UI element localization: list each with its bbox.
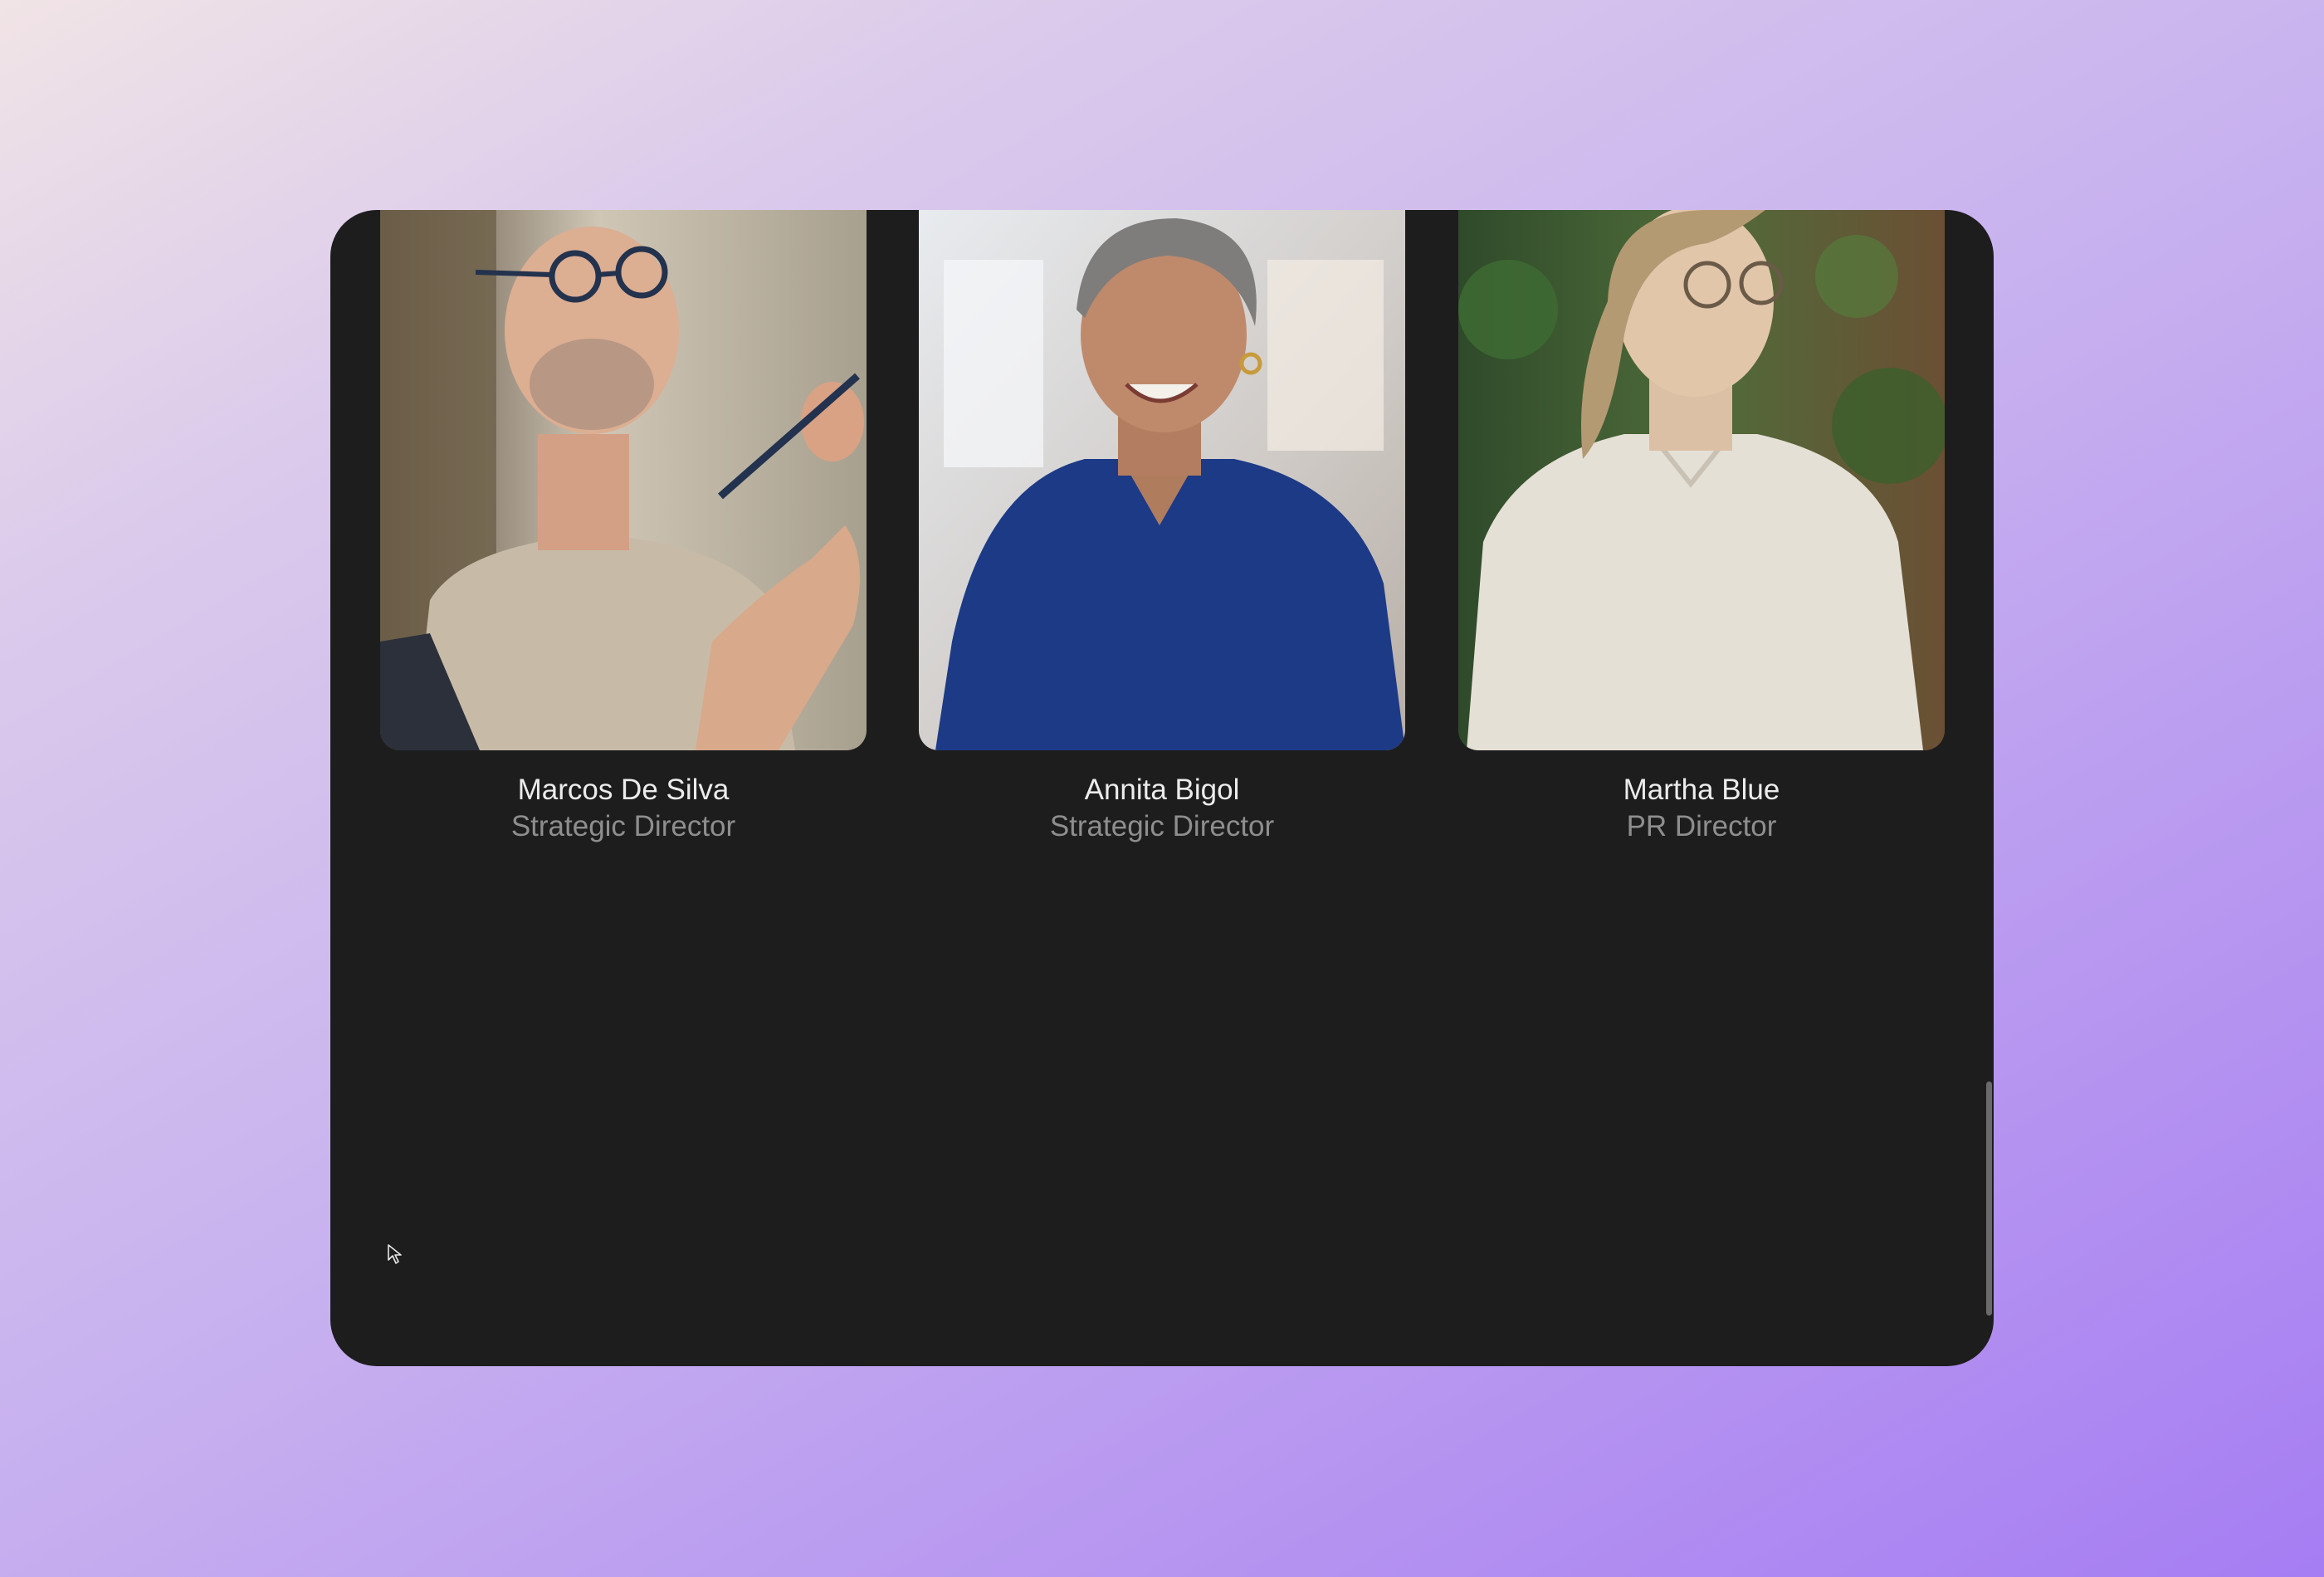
team-card[interactable]: Marcos De Silva Strategic Director (380, 210, 867, 845)
photo-man-with-glasses-and-pen (380, 210, 867, 750)
scrollbar-thumb[interactable] (1986, 1081, 1992, 1316)
team-panel: Marcos De Silva Strategic Director Annit… (330, 210, 1994, 1366)
team-member-role: PR Director (1626, 810, 1777, 842)
team-member-photo (919, 210, 1405, 750)
team-member-name: Martha Blue (1623, 774, 1780, 806)
photo-smiling-woman-blue-blouse (919, 210, 1405, 750)
team-card[interactable]: Martha Blue PR Director (1458, 210, 1945, 845)
photo-woman-with-glasses-plants (1458, 210, 1945, 750)
scrollbar[interactable] (1982, 210, 1994, 1366)
mouse-pointer-icon (388, 1244, 402, 1264)
team-member-role: Strategic Director (510, 810, 736, 842)
team-member-name: Marcos De Silva (517, 774, 730, 806)
team-card[interactable]: Annita Bigol Strategic Director (919, 210, 1405, 845)
team-member-photo (380, 210, 867, 750)
team-member-name: Annita Bigol (1084, 774, 1240, 806)
team-member-photo (1458, 210, 1945, 750)
team-member-role: Strategic Director (1049, 810, 1275, 842)
